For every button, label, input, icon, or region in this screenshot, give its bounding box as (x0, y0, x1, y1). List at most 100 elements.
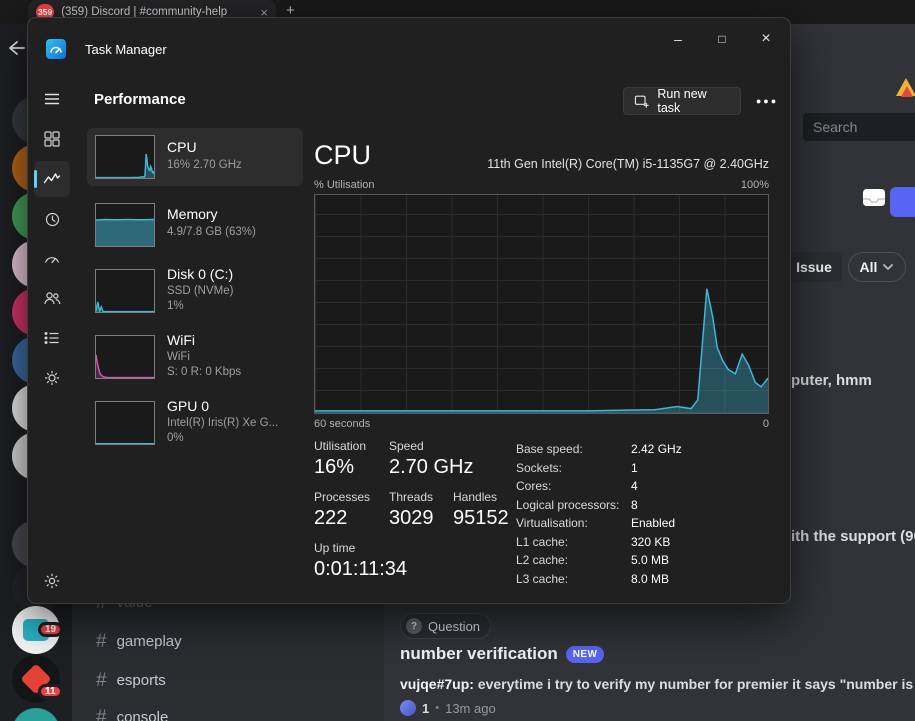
server-unread-badge: 11 (38, 684, 63, 699)
new-badge: NEW (565, 645, 605, 663)
detail-label: Sockets: (516, 460, 563, 475)
axis-label-100: 100% (740, 179, 769, 191)
gear-icon (44, 573, 60, 589)
cpu-model-subtitle: 11th Gen Intel(R) Core(TM) i5-1135G7 @ 2… (487, 157, 769, 171)
performance-icon (43, 173, 61, 184)
meta-separator: • (435, 702, 440, 714)
channel-item-gameplay[interactable]: # gameplay (96, 627, 182, 655)
post-author: vujqe#7up: (400, 676, 474, 692)
perf-item-name: CPU (167, 139, 197, 155)
perf-item-cpu[interactable]: CPU 16% 2.70 GHz (87, 128, 303, 186)
channel-item-esports[interactable]: # esports (96, 666, 166, 694)
settings-button[interactable] (36, 565, 68, 597)
cpu-details-table: Base speed: 2.42 GHz Sockets: 1 Cores: 4 Lo… (516, 442, 766, 590)
stat-value: 222 (314, 507, 348, 529)
detail-label: Logical processors: (516, 497, 620, 512)
disk-mini-graph (95, 269, 155, 313)
sidebar-item-processes[interactable] (36, 123, 68, 155)
message-fragment: ith the support (90% (791, 528, 915, 545)
perf-item-name: WiFi (167, 332, 195, 348)
details-list-icon (44, 331, 59, 345)
perf-item-disk[interactable]: Disk 0 (C:) SSD (NVMe) 1% (87, 260, 303, 322)
new-tab-button[interactable]: + (286, 3, 295, 18)
run-new-task-label: Run new task (657, 87, 707, 115)
cpu-page-title: CPU (314, 140, 372, 170)
sidebar-item-services[interactable] (36, 362, 68, 394)
perf-item-wifi[interactable]: WiFi WiFi S: 0 R: 0 Kbps (87, 326, 303, 388)
server-icon[interactable] (12, 708, 60, 721)
hash-icon: # (96, 706, 107, 721)
browser-back-icon[interactable] (6, 38, 26, 58)
perf-item-sub: WiFi (167, 351, 190, 363)
warning-triangle-inner-icon (901, 86, 913, 97)
memory-mini-graph (95, 203, 155, 247)
detail-label: Base speed: (516, 442, 583, 456)
nav-menu-button[interactable] (36, 83, 68, 115)
message-fragment: puter, hmm (791, 372, 872, 389)
gauge-icon (44, 257, 60, 264)
processes-icon (44, 131, 60, 147)
cpu-utilisation-graph (314, 194, 769, 414)
channel-name: esports (116, 671, 166, 689)
minimize-button[interactable]: – (656, 22, 700, 56)
perf-item-sub: 0% (167, 432, 184, 444)
channel-name: console (116, 708, 169, 721)
more-options-button[interactable]: ●●● (752, 89, 782, 113)
post-timestamp: 13m ago (445, 700, 496, 716)
axis-label-utilisation: % Utilisation (314, 179, 375, 191)
issue-tag-label: Issue (796, 259, 832, 275)
sidebar-item-details[interactable] (36, 322, 68, 354)
perf-item-gpu[interactable]: GPU 0 Intel(R) Iris(R) Xe G... 0% (87, 392, 303, 454)
question-tag-pill[interactable]: ? Question (400, 613, 492, 639)
hamburger-icon (45, 93, 59, 105)
perf-item-sub: SSD (NVMe) (167, 285, 234, 297)
channel-item-console[interactable]: # console (96, 703, 168, 721)
forum-post-title-row[interactable]: number verification NEW (400, 644, 605, 664)
search-input[interactable] (803, 113, 915, 141)
question-mark-icon: ? (406, 618, 422, 634)
detail-value: Enabled (631, 516, 676, 530)
detail-label: Virtualisation: (516, 516, 588, 530)
close-button[interactable]: × (744, 22, 788, 56)
services-gear-icon (45, 371, 59, 385)
stat-utilisation: Utilisation 16% (314, 439, 366, 479)
task-manager-app-icon (46, 39, 66, 59)
task-manager-window: Task Manager – □ × Performance Run new t… (27, 17, 791, 604)
stat-processes: Processes 222 (314, 490, 370, 530)
perf-item-sub: 1% (167, 300, 184, 312)
sidebar-item-users[interactable] (36, 282, 68, 314)
users-icon (44, 292, 61, 305)
page-title: Performance (94, 91, 186, 108)
filter-all-dropdown[interactable]: All (848, 252, 906, 282)
stat-value: 2.70 GHz (389, 456, 474, 478)
filter-all-label: All (859, 259, 878, 275)
inbox-icon[interactable] (862, 188, 886, 208)
issue-tag-button[interactable]: Issue (786, 252, 842, 282)
detail-label: L3 cache: (516, 571, 569, 586)
sidebar-item-startup-apps[interactable] (36, 242, 68, 274)
perf-item-name: Memory (167, 206, 218, 222)
hash-icon: # (96, 630, 107, 652)
forum-post-preview[interactable]: vujqe#7up: everytime i try to verify my … (400, 676, 914, 692)
stat-uptime: Up time 0:01:11:34 (314, 541, 407, 581)
new-post-button[interactable] (890, 187, 915, 217)
post-preview-text: everytime i try to verify my number for … (477, 676, 914, 692)
reply-count: 1 (422, 700, 430, 716)
forum-post-title: number verification (400, 644, 558, 663)
perf-item-memory[interactable]: Memory 4.9/7.8 GB (63%) (87, 198, 303, 252)
detail-label: Cores: (516, 479, 552, 493)
axis-label-60s: 60 seconds (314, 418, 371, 430)
stat-label: Utilisation (314, 439, 367, 453)
sidebar-item-app-history[interactable] (36, 203, 68, 235)
sidebar-item-performance[interactable] (36, 163, 68, 195)
forum-post-meta: 1 • 13m ago (400, 700, 496, 716)
channel-name: gameplay (116, 632, 182, 650)
question-tag-label: Question (428, 618, 481, 634)
detail-value: 4 (631, 479, 638, 493)
maximize-button[interactable]: □ (700, 22, 744, 56)
detail-value: 5.0 MB (631, 553, 670, 567)
detail-value: 8 (631, 497, 638, 512)
run-new-task-button[interactable]: Run new task (623, 87, 741, 115)
detail-label: L1 cache: (516, 534, 569, 549)
stat-value: 0:01:11:34 (314, 558, 408, 580)
